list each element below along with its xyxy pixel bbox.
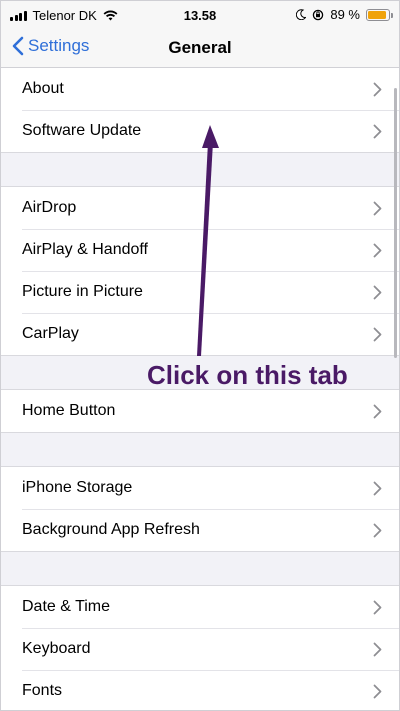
settings-item-background-app-refresh[interactable]: Background App Refresh <box>0 509 400 551</box>
settings-item-airdrop[interactable]: AirDrop <box>0 187 400 229</box>
settings-item-label: CarPlay <box>22 325 79 342</box>
settings-item-date-time[interactable]: Date & Time <box>0 586 400 628</box>
annotation-text: Click on this tab <box>147 360 348 390</box>
navigation-bar: Settings General <box>0 30 400 68</box>
chevron-right-icon <box>373 481 382 501</box>
settings-item-label: Software Update <box>22 122 142 139</box>
settings-item-fonts[interactable]: Fonts <box>0 670 400 711</box>
battery-percent: 89 % <box>330 7 360 22</box>
chevron-right-icon <box>373 327 382 347</box>
settings-item-keyboard[interactable]: Keyboard <box>0 628 400 670</box>
settings-item-label: Date & Time <box>22 598 111 615</box>
settings-item-picture-in-picture[interactable]: Picture in Picture <box>0 271 400 313</box>
chevron-right-icon <box>373 201 382 221</box>
settings-item-iphone-storage[interactable]: iPhone Storage <box>0 467 400 509</box>
rotation-lock-icon <box>313 9 324 20</box>
settings-item-label: Keyboard <box>22 640 91 657</box>
battery-icon <box>366 8 393 21</box>
chevron-right-icon <box>373 82 382 102</box>
section-gap <box>0 433 400 467</box>
settings-item-label: Home Button <box>22 402 116 419</box>
section-gap <box>0 153 400 187</box>
status-right: 89 % <box>296 7 393 22</box>
scroll-indicator[interactable] <box>394 88 397 358</box>
settings-item-label: Background App Refresh <box>22 521 200 538</box>
chevron-right-icon <box>373 642 382 662</box>
settings-item-home-button[interactable]: Home Button <box>0 390 400 432</box>
settings-group: Home Button <box>0 390 400 433</box>
settings-item-label: iPhone Storage <box>22 479 133 496</box>
chevron-right-icon <box>373 523 382 543</box>
chevron-right-icon <box>373 404 382 424</box>
settings-item-software-update[interactable]: Software Update <box>0 110 400 152</box>
chevron-right-icon <box>373 124 382 144</box>
settings-item-label: Fonts <box>22 682 63 699</box>
settings-group: About Software Update <box>0 68 400 153</box>
section-gap <box>0 552 400 586</box>
chevron-right-icon <box>373 600 382 620</box>
settings-item-about[interactable]: About <box>0 68 400 110</box>
page-title: General <box>168 38 232 57</box>
settings-item-label: About <box>22 80 64 97</box>
chevron-right-icon <box>373 243 382 263</box>
chevron-right-icon <box>373 684 382 704</box>
settings-item-label: Picture in Picture <box>22 283 143 300</box>
chevron-right-icon <box>373 285 382 305</box>
moon-icon <box>296 9 307 20</box>
settings-item-label: AirDrop <box>22 199 77 216</box>
settings-item-label: AirPlay & Handoff <box>22 241 148 258</box>
settings-group: Date & Time Keyboard Fonts <box>0 586 400 711</box>
settings-item-carplay[interactable]: CarPlay <box>0 313 400 355</box>
settings-item-airplay-handoff[interactable]: AirPlay & Handoff <box>0 229 400 271</box>
status-bar: Telenor DK 13.58 89 % <box>0 0 400 30</box>
settings-group: AirDrop AirPlay & Handoff Picture in Pictu… <box>0 187 400 356</box>
settings-group: iPhone Storage Background App Refresh <box>0 467 400 552</box>
